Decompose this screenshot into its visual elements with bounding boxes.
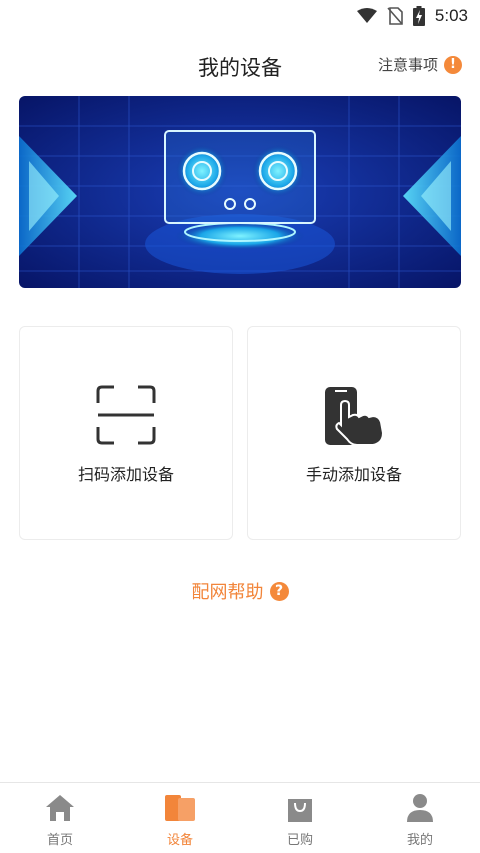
shopping-bag-icon: [287, 793, 313, 823]
devices-icon: [164, 793, 196, 823]
bottom-tab-bar: 首页 设备 已购 我的: [0, 782, 480, 853]
manual-add-device-card[interactable]: 手动添加设备: [247, 326, 461, 540]
network-help-label: 配网帮助: [191, 582, 264, 603]
gas-stove-banner-image: [19, 96, 461, 288]
no-sim-icon: [387, 7, 403, 25]
notice-link[interactable]: 注意事项 !: [378, 54, 462, 75]
tab-purchased-label: 已购: [286, 833, 313, 848]
scan-add-device-label: 扫码添加设备: [77, 465, 174, 484]
clock: 5:03: [434, 6, 468, 25]
wifi-icon: [356, 8, 377, 24]
tab-home-label: 首页: [46, 833, 73, 848]
help-icon: ?: [269, 581, 289, 601]
battery-charging-icon: [412, 6, 425, 26]
status-bar: 5:03: [0, 0, 480, 32]
promo-banner[interactable]: [19, 96, 461, 288]
scan-qr-icon: [20, 385, 232, 445]
alert-icon: !: [444, 55, 462, 74]
header: 我的设备 注意事项 !: [0, 40, 480, 88]
phone-touch-icon: [248, 385, 460, 447]
manual-add-device-label: 手动添加设备: [305, 465, 402, 484]
tab-purchased[interactable]: 已购: [240, 783, 360, 853]
tab-mine[interactable]: 我的: [360, 783, 480, 853]
tab-home[interactable]: 首页: [0, 783, 120, 853]
home-icon: [45, 793, 75, 823]
user-icon: [406, 793, 434, 823]
tab-mine-label: 我的: [406, 833, 433, 848]
tab-devices-label: 设备: [166, 833, 193, 848]
notice-label: 注意事项: [377, 56, 438, 74]
scan-add-device-card[interactable]: 扫码添加设备: [19, 326, 233, 540]
network-help-link[interactable]: 配网帮助 ?: [0, 578, 480, 604]
tab-devices[interactable]: 设备: [120, 783, 240, 853]
